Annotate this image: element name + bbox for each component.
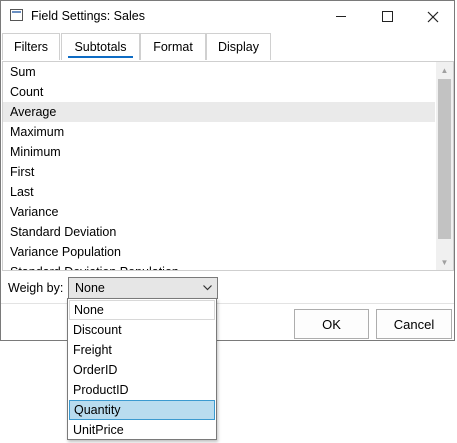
dropdown-option-freight[interactable]: Freight <box>69 340 215 360</box>
list-item[interactable]: First <box>3 162 435 182</box>
list-item[interactable]: Variance <box>3 202 435 222</box>
title-bar[interactable]: Field Settings: Sales <box>1 1 454 32</box>
weigh-by-combobox[interactable]: None <box>68 277 218 299</box>
tab-label: Format <box>153 40 193 54</box>
minimize-button[interactable] <box>318 1 364 32</box>
ok-button[interactable]: OK <box>294 309 369 339</box>
list-item[interactable]: Variance Population <box>3 242 435 262</box>
chevron-down-icon <box>202 283 212 293</box>
maximize-icon <box>381 11 393 22</box>
list-item[interactable]: Average <box>3 102 435 122</box>
field-settings-dialog: Field Settings: Sales Filters Subtotals … <box>0 0 455 341</box>
cancel-button[interactable]: Cancel <box>376 309 452 339</box>
window-title: Field Settings: Sales <box>31 9 145 23</box>
scrollbar-thumb[interactable] <box>438 79 451 239</box>
tab-strip: Filters Subtotals Format Display <box>1 32 454 61</box>
scroll-down-arrow-icon[interactable]: ▼ <box>436 254 453 270</box>
dropdown-option-productid[interactable]: ProductID <box>69 380 215 400</box>
tab-label: Subtotals <box>74 40 127 54</box>
list-item[interactable]: Standard Deviation Population <box>3 262 435 270</box>
dropdown-option-unitprice[interactable]: UnitPrice <box>69 420 215 440</box>
subtotals-list[interactable]: Sum Count Average Maximum Minimum First … <box>2 61 454 271</box>
dropdown-option-quantity[interactable]: Quantity <box>69 400 215 420</box>
tab-label: Display <box>218 40 259 54</box>
tab-label: Filters <box>13 40 49 54</box>
weigh-by-dropdown-list[interactable]: None Discount Freight OrderID ProductID … <box>67 298 217 440</box>
tab-filters[interactable]: Filters <box>2 33 60 60</box>
weigh-by-label: Weigh by: <box>8 281 64 295</box>
list-item[interactable]: Maximum <box>3 122 435 142</box>
dropdown-option-none[interactable]: None <box>69 300 215 320</box>
window-icon <box>10 9 23 21</box>
dropdown-option-discount[interactable]: Discount <box>69 320 215 340</box>
maximize-button[interactable] <box>364 1 410 32</box>
dropdown-option-orderid[interactable]: OrderID <box>69 360 215 380</box>
tab-display[interactable]: Display <box>206 33 271 60</box>
list-item[interactable]: Last <box>3 182 435 202</box>
list-item[interactable]: Standard Deviation <box>3 222 435 242</box>
tab-format[interactable]: Format <box>140 33 206 60</box>
close-icon <box>427 11 439 22</box>
list-scrollbar[interactable]: ▲ ▼ <box>436 62 453 270</box>
list-item[interactable]: Sum <box>3 62 435 82</box>
tab-subtotals[interactable]: Subtotals <box>61 33 140 60</box>
weigh-by-value: None <box>75 281 105 295</box>
minimize-icon <box>336 16 346 17</box>
close-button[interactable] <box>410 1 456 32</box>
list-item[interactable]: Minimum <box>3 142 435 162</box>
scroll-up-arrow-icon[interactable]: ▲ <box>436 62 453 78</box>
list-item[interactable]: Count <box>3 82 435 102</box>
active-tab-indicator <box>68 56 133 58</box>
